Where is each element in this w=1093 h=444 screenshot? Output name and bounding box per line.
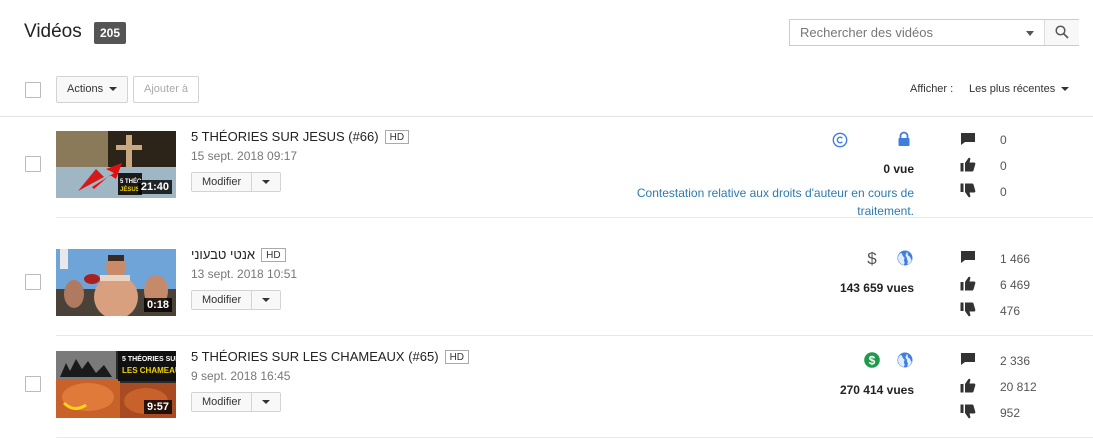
video-thumbnail[interactable]: 0:18	[56, 249, 176, 316]
thumbs-down-icon	[960, 183, 976, 198]
copyright-claim-link[interactable]: Contestation relative aux droits d'auteu…	[630, 184, 914, 220]
row-checkbox[interactable]	[25, 156, 41, 172]
divider	[56, 217, 1093, 218]
video-date: 15 sept. 2018 09:17	[191, 149, 298, 163]
video-row: 5 THÉO JÉSUS 21:40 5 THÉORIES SUR JESUS …	[0, 116, 1093, 218]
svg-text:$: $	[867, 249, 877, 267]
copyright-icon	[832, 132, 848, 148]
edit-menu-caret-icon[interactable]	[252, 173, 280, 191]
thumbnail-text: 5 THÉORIES SUR	[122, 354, 176, 363]
video-title[interactable]: אנטי טבעוני HD	[191, 247, 286, 262]
hd-badge: HD	[384, 130, 410, 144]
hd-badge: HD	[444, 350, 470, 364]
comment-count: 1 466	[1000, 252, 1031, 266]
sort-label: Afficher :	[910, 83, 954, 95]
edit-menu-caret-icon[interactable]	[252, 393, 280, 411]
monetized-dollar-icon: $	[864, 352, 880, 368]
comment-icon	[961, 251, 975, 263]
video-title-text: 5 THÉORIES SUR LES CHAMEAUX (#65)	[191, 349, 439, 364]
edit-button[interactable]: Modifier	[192, 291, 253, 309]
comment-icon	[961, 133, 975, 145]
search-box	[789, 19, 1079, 46]
video-title[interactable]: 5 THÉORIES SUR JESUS (#66) HD	[191, 129, 410, 144]
sort-value: Les plus récentes	[969, 83, 1056, 95]
search-input[interactable]	[790, 20, 1044, 45]
page-header: Vidéos 205	[0, 0, 1093, 66]
edit-button[interactable]: Modifier	[192, 393, 253, 411]
add-to-button[interactable]: Ajouter à	[133, 76, 200, 103]
actions-label: Actions	[67, 83, 104, 95]
video-row: 5 THÉORIES SUR LES CHAMEAUX 9:57 5 THÉOR…	[0, 336, 1093, 438]
hd-badge: HD	[261, 248, 286, 262]
divider	[56, 437, 1093, 438]
edit-menu-caret-icon[interactable]	[252, 291, 280, 309]
edit-button[interactable]: Modifier	[192, 173, 253, 191]
sort-select[interactable]: Les plus récentes	[969, 83, 1070, 95]
globe-icon	[897, 250, 913, 266]
thumbs-down-icon	[960, 302, 976, 317]
video-duration: 9:57	[143, 400, 172, 414]
view-count: 270 414 vues	[839, 383, 914, 397]
dislike-count: 476	[1000, 304, 1021, 318]
comment-count: 0	[1000, 133, 1007, 147]
video-date: 9 sept. 2018 16:45	[191, 369, 291, 383]
video-title[interactable]: 5 THÉORIES SUR LES CHAMEAUX (#65) HD	[191, 349, 470, 364]
video-date: 13 sept. 2018 10:51	[191, 267, 298, 281]
like-count: 0	[1000, 159, 1007, 173]
dislike-count: 0	[1000, 185, 1007, 199]
svg-text:$: $	[869, 354, 876, 368]
chevron-down-icon	[1061, 87, 1070, 92]
search-icon	[1055, 25, 1069, 39]
thumbnail-text: LES CHAMEAUX	[122, 366, 176, 375]
thumbs-up-icon	[960, 378, 976, 393]
page-title: Vidéos	[24, 21, 82, 42]
search-button[interactable]	[1044, 20, 1079, 45]
comment-count: 2 336	[1000, 354, 1031, 368]
like-count: 20 812	[1000, 380, 1037, 394]
thumbs-down-icon	[960, 404, 976, 419]
video-duration: 0:18	[143, 298, 172, 312]
video-row: 0:18 אנטי טבעוני HD 13 sept. 2018 10:51 M…	[0, 234, 1093, 336]
lock-icon	[898, 131, 910, 146]
thumbnail-text: JÉSUS	[120, 185, 140, 193]
chevron-down-icon	[109, 87, 118, 92]
view-count: 143 659 vues	[839, 281, 914, 295]
globe-icon	[897, 352, 913, 368]
video-duration: 21:40	[137, 180, 172, 194]
actions-button[interactable]: Actions	[56, 76, 129, 103]
thumbs-up-icon	[960, 157, 976, 172]
video-title-text: אנטי טבעוני	[191, 247, 256, 262]
like-count: 6 469	[1000, 278, 1031, 292]
row-checkbox[interactable]	[25, 274, 41, 290]
row-checkbox[interactable]	[25, 376, 41, 392]
edit-button-group: Modifier	[191, 172, 282, 192]
edit-button-group: Modifier	[191, 392, 282, 412]
dislike-count: 952	[1000, 406, 1021, 420]
view-count: 0 vue	[883, 162, 914, 176]
video-thumbnail[interactable]: 5 THÉORIES SUR LES CHAMEAUX 9:57	[56, 351, 176, 418]
thumbs-up-icon	[960, 276, 976, 291]
search-dropdown-caret-icon[interactable]	[1026, 31, 1034, 36]
comment-icon	[961, 353, 975, 365]
video-title-text: 5 THÉORIES SUR JESUS (#66)	[191, 129, 379, 144]
dollar-icon: $	[867, 249, 877, 267]
video-thumbnail[interactable]: 5 THÉO JÉSUS 21:40	[56, 131, 176, 198]
select-all-checkbox[interactable]	[25, 82, 41, 98]
video-count-badge: 205	[94, 22, 127, 44]
edit-button-group: Modifier	[191, 290, 282, 310]
